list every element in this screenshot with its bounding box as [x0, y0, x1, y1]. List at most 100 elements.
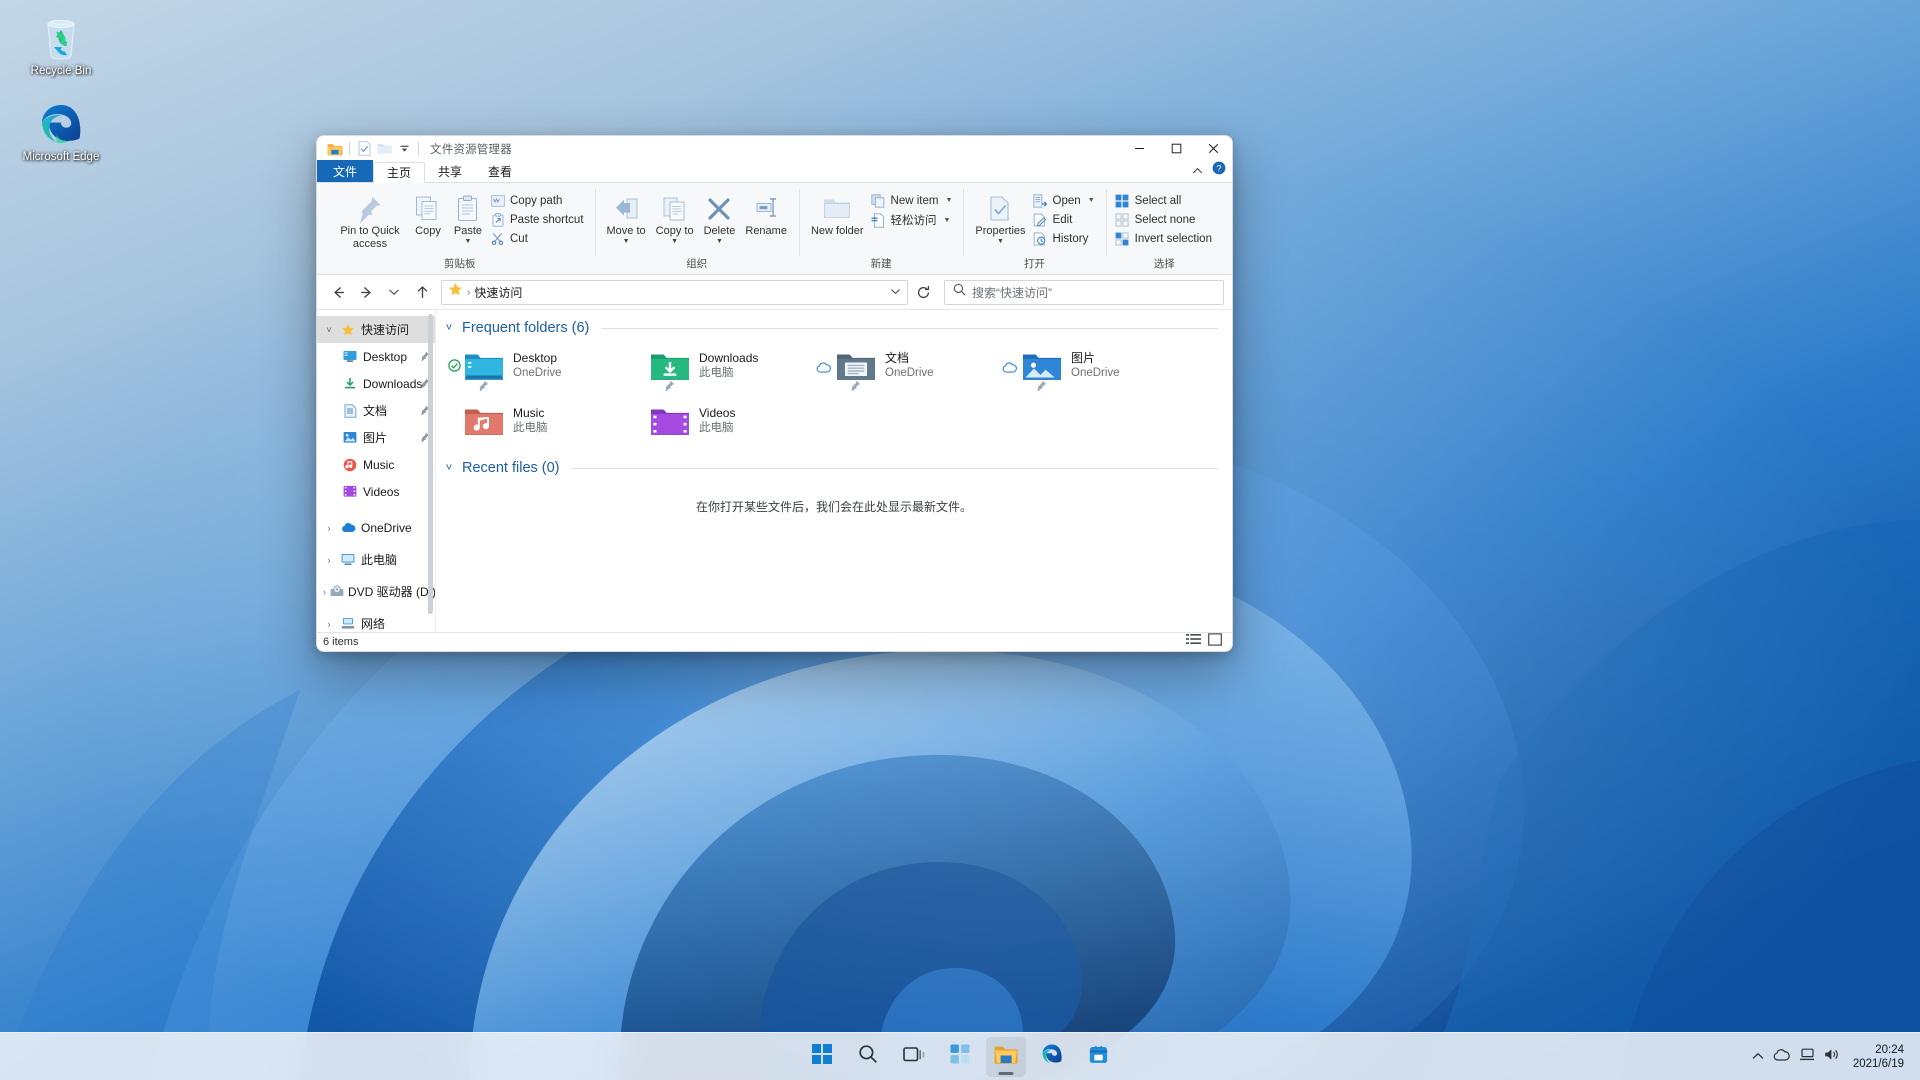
network-tray-icon[interactable]	[1799, 1048, 1815, 1066]
sidebar-item-music[interactable]: Music	[317, 451, 435, 478]
tray-icons[interactable]	[1743, 1039, 1849, 1075]
invert-selection-button[interactable]: Invert selection	[1113, 230, 1216, 247]
chevron-right-icon[interactable]: ›	[323, 523, 335, 533]
folder-tile-pictures[interactable]: 图片 OneDrive	[1002, 342, 1206, 397]
search-input[interactable]: 搜索“快速访问”	[944, 279, 1224, 305]
desktop-icon-recycle-bin[interactable]: Recycle Bin	[6, 8, 116, 82]
star-icon	[339, 323, 357, 337]
breadcrumb[interactable]: 快速访问	[474, 284, 522, 301]
properties-icon[interactable]	[354, 139, 374, 159]
tab-view[interactable]: 查看	[475, 161, 525, 182]
collapse-ribbon-icon[interactable]	[1192, 162, 1203, 180]
sidebar-item-desktop[interactable]: Desktop	[317, 343, 435, 370]
microsoft-store-button[interactable]	[1078, 1037, 1118, 1077]
chevron-down-icon[interactable]: ▼	[671, 238, 678, 245]
sidebar-item-quick-access[interactable]: ˅ 快速访问	[317, 316, 435, 343]
folder-tile-music[interactable]: Music 此电脑	[462, 397, 648, 452]
chevron-down-icon[interactable]: ▼	[623, 238, 630, 245]
sidebar-item-documents[interactable]: 文档	[317, 397, 435, 424]
forward-button[interactable]	[353, 279, 379, 305]
copy-button[interactable]: Copy	[408, 189, 448, 238]
onedrive-tray-icon[interactable]	[1773, 1048, 1790, 1066]
chevron-down-icon[interactable]: ˅	[442, 462, 456, 474]
task-view-button[interactable]	[894, 1037, 934, 1077]
properties-button[interactable]: Properties ▼	[970, 189, 1030, 245]
paste-shortcut-button[interactable]: Paste shortcut	[488, 211, 588, 228]
select-all-button[interactable]: Select all	[1113, 192, 1216, 209]
refresh-button[interactable]	[910, 279, 936, 305]
desktop-icon-microsoft-edge[interactable]: Microsoft Edge	[6, 94, 116, 168]
address-bar[interactable]: › 快速访问	[441, 279, 908, 305]
open-button[interactable]: Open ▼	[1031, 192, 1099, 209]
chevron-down-icon[interactable]	[890, 283, 901, 301]
chevron-down-icon[interactable]: ˅	[442, 322, 456, 334]
tray-overflow-icon[interactable]	[1752, 1048, 1764, 1066]
tab-share[interactable]: 共享	[425, 161, 475, 182]
sidebar-item-onedrive[interactable]: › OneDrive	[317, 514, 435, 541]
folder-title: Desktop	[513, 351, 558, 365]
svg-text:?: ?	[1216, 163, 1221, 173]
edit-button[interactable]: Edit	[1031, 211, 1099, 228]
folder-tile-documents[interactable]: 文档 OneDrive	[816, 342, 1020, 397]
sidebar-item-videos[interactable]: Videos	[317, 478, 435, 505]
new-folder-icon[interactable]	[374, 139, 394, 159]
chevron-down-icon[interactable]: ▼	[465, 238, 472, 245]
help-icon[interactable]: ?	[1212, 161, 1226, 180]
new-folder-button[interactable]: New folder	[806, 189, 869, 238]
close-button[interactable]	[1195, 136, 1232, 161]
sidebar-item-pictures[interactable]: 图片	[317, 424, 435, 451]
history-button[interactable]: History	[1031, 230, 1099, 247]
sidebar-item-network[interactable]: › 网络	[317, 610, 435, 632]
new-item-button[interactable]: New item ▼	[869, 192, 957, 209]
folder-tile-videos[interactable]: Videos 此电脑	[648, 397, 834, 452]
maximize-button[interactable]	[1158, 136, 1195, 161]
sidebar-item-this-pc[interactable]: › 此电脑	[317, 546, 435, 573]
chevron-down-icon[interactable]	[394, 139, 414, 159]
easy-access-button[interactable]: 轻松访问 ▼	[869, 211, 957, 229]
frequent-folders-header[interactable]: ˅ Frequent folders (6)	[436, 310, 1232, 336]
tab-home[interactable]: 主页	[373, 162, 426, 183]
details-view-icon[interactable]	[1186, 633, 1201, 651]
sidebar-item-downloads[interactable]: Downloads	[317, 370, 435, 397]
chevron-down-icon[interactable]: ▼	[997, 238, 1004, 245]
move-to-button[interactable]: Move to ▼	[602, 189, 651, 245]
chevron-right-icon[interactable]: ›	[323, 619, 335, 629]
copy-path-button[interactable]: Copy path	[488, 192, 588, 209]
network-icon	[339, 617, 357, 630]
folder-tile-downloads[interactable]: Downloads 此电脑	[648, 342, 834, 397]
back-button[interactable]	[325, 279, 351, 305]
chevron-down-icon[interactable]: ▼	[944, 217, 951, 224]
file-explorer-button[interactable]	[986, 1036, 1026, 1077]
chevron-right-icon[interactable]: ›	[323, 555, 335, 565]
chevron-right-icon[interactable]: ›	[323, 587, 326, 597]
folder-tile-desktop[interactable]: Desktop OneDrive	[448, 342, 648, 397]
widgets-button[interactable]	[940, 1037, 980, 1077]
paste-button[interactable]: Paste ▼	[448, 189, 488, 245]
chevron-down-icon[interactable]: ▼	[1088, 197, 1095, 204]
tab-file[interactable]: 文件	[317, 160, 374, 182]
select-none-button[interactable]: Select none	[1113, 211, 1216, 228]
chevron-down-icon[interactable]: ▼	[945, 197, 952, 204]
large-icons-view-icon[interactable]	[1208, 633, 1222, 651]
search-button[interactable]	[848, 1037, 888, 1077]
chevron-down-icon[interactable]: ˅	[323, 325, 335, 335]
up-button[interactable]	[409, 279, 435, 305]
recent-locations-button[interactable]	[381, 279, 407, 305]
recent-files-header[interactable]: ˅ Recent files (0)	[436, 452, 1232, 476]
chevron-down-icon[interactable]: ▼	[716, 238, 723, 245]
sidebar-item-label: Videos	[363, 484, 400, 499]
paste-icon	[456, 191, 480, 223]
sidebar-item-dvd-drive[interactable]: › DVD 驱动器 (D:)	[317, 578, 435, 605]
cut-button[interactable]: Cut	[488, 230, 588, 247]
new-item-icon	[871, 193, 886, 208]
rename-button[interactable]: Rename	[740, 189, 792, 238]
volume-tray-icon[interactable]	[1824, 1048, 1840, 1066]
delete-button[interactable]: Delete ▼	[699, 189, 741, 245]
microsoft-edge-button[interactable]	[1032, 1037, 1072, 1077]
start-button[interactable]	[802, 1037, 842, 1077]
minimize-button[interactable]	[1121, 136, 1158, 161]
navigation-pane-scrollbar[interactable]	[428, 314, 433, 614]
clock[interactable]: 20:24 2021/6/19	[1849, 1043, 1910, 1071]
pin-to-quick-access-button[interactable]: Pin to Quick access	[332, 189, 408, 250]
copy-to-button[interactable]: Copy to ▼	[651, 189, 699, 245]
